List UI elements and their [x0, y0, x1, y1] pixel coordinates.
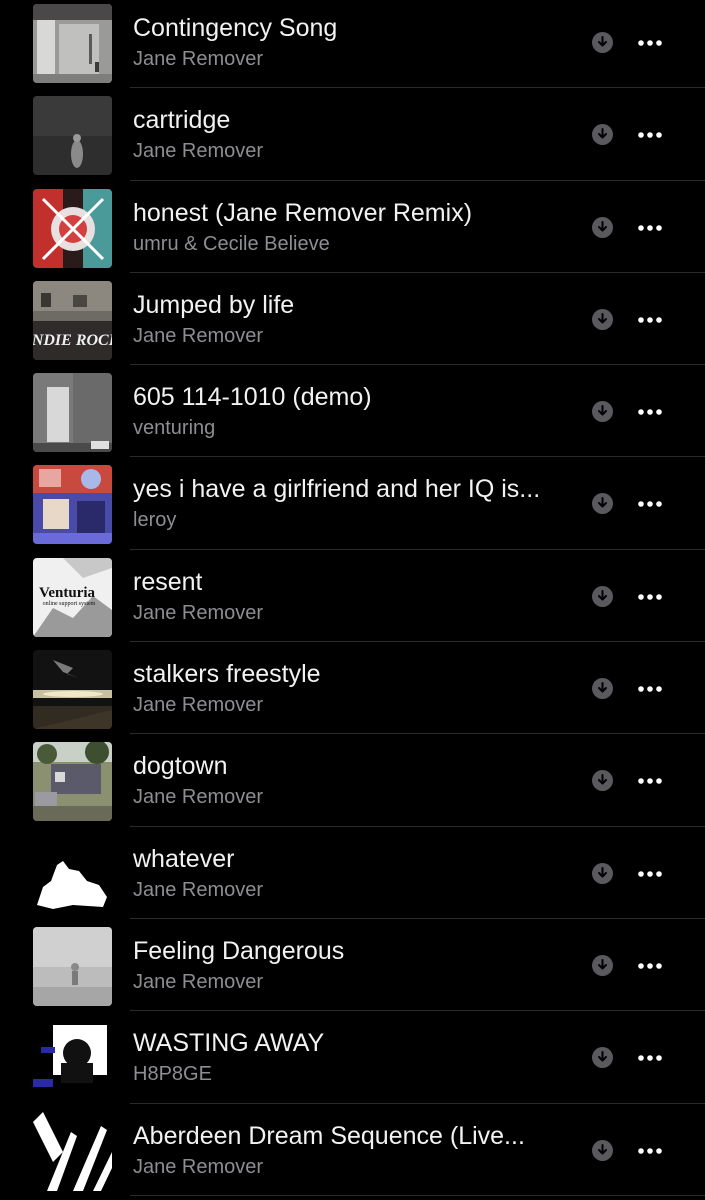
song-row[interactable]: Aberdeen Dream Sequence (Live... Jane Re… — [0, 1104, 705, 1196]
song-title: yes i have a girlfriend and her IQ is... — [133, 475, 541, 504]
song-artist: Jane Remover — [133, 48, 264, 70]
download-icon[interactable] — [592, 493, 613, 515]
download-icon[interactable] — [592, 32, 613, 53]
more-dots-icon — [638, 778, 662, 785]
song-row[interactable]: INDIE ROCK Jumped by life Jane Remover — [0, 273, 705, 366]
song-row[interactable]: WASTING AWAY H8P8GE — [0, 1011, 705, 1104]
song-row[interactable]: 605 114-1010 (demo) venturing — [0, 365, 705, 458]
album-artwork: INDIE ROCK — [33, 280, 112, 360]
download-icon[interactable] — [592, 585, 613, 607]
more-options-button[interactable] — [630, 582, 670, 612]
more-options-button[interactable] — [630, 951, 670, 981]
artwork-text: Venturia — [39, 585, 96, 601]
more-dots-icon — [638, 409, 662, 415]
song-row[interactable]: stalkers freestyle Jane Remover — [0, 642, 705, 735]
song-title: whatever — [133, 844, 235, 873]
download-icon[interactable] — [592, 770, 613, 792]
download-icon[interactable] — [592, 954, 613, 976]
album-artwork — [33, 373, 112, 453]
more-dots-icon — [638, 132, 662, 139]
album-artwork — [33, 188, 112, 268]
song-title: Aberdeen Dream Sequence (Live... — [133, 1121, 525, 1150]
song-artist: umru & Cecile Believe — [133, 232, 330, 255]
song-row[interactable]: honest (Jane Remover Remix) umru & Cecil… — [0, 181, 705, 273]
more-options-button[interactable] — [630, 28, 670, 58]
album-artwork — [33, 1111, 112, 1191]
more-dots-icon — [638, 224, 662, 231]
album-artwork — [33, 96, 112, 176]
more-options-button[interactable] — [630, 1136, 670, 1166]
row-separator — [130, 1194, 705, 1196]
more-dots-icon — [638, 1147, 662, 1154]
song-row[interactable]: yes i have a girlfriend and her IQ is...… — [0, 457, 705, 550]
song-artist: Jane Remover — [133, 1155, 264, 1178]
song-artist: leroy — [133, 509, 177, 532]
song-row[interactable]: Contingency Song Jane Remover — [0, 0, 705, 89]
more-dots-icon — [638, 1055, 662, 1062]
album-artwork — [33, 1019, 112, 1099]
song-title: Contingency Song — [133, 14, 338, 42]
more-options-button[interactable] — [630, 397, 670, 427]
song-artist: Jane Remover — [133, 970, 264, 993]
song-title: 605 114-1010 (demo) — [133, 383, 372, 412]
song-row[interactable]: Feeling Dangerous Jane Remover — [0, 919, 705, 1012]
song-title: stalkers freestyle — [133, 660, 321, 689]
song-row[interactable]: cartridge Jane Remover — [0, 88, 705, 181]
song-artist: Jane Remover — [133, 878, 264, 901]
song-artist: Jane Remover — [133, 601, 264, 624]
album-artwork — [33, 742, 112, 822]
more-options-button[interactable] — [630, 305, 670, 335]
more-options-button[interactable] — [630, 1043, 670, 1073]
download-icon[interactable] — [592, 401, 613, 423]
song-artist: Jane Remover — [133, 140, 264, 163]
more-options-button[interactable] — [630, 489, 670, 519]
album-artwork — [33, 4, 112, 83]
more-dots-icon — [638, 963, 662, 969]
song-artist: Jane Remover — [133, 786, 264, 809]
download-icon[interactable] — [592, 678, 613, 700]
more-dots-icon — [638, 40, 662, 46]
more-options-button[interactable] — [630, 120, 670, 150]
artwork-text: INDIE ROCK — [33, 332, 112, 349]
song-row[interactable]: dogtown Jane Remover — [0, 734, 705, 827]
song-artist: venturing — [133, 417, 216, 440]
download-icon[interactable] — [592, 1139, 613, 1161]
download-icon[interactable] — [592, 862, 613, 884]
song-artist: Jane Remover — [133, 324, 264, 347]
download-icon[interactable] — [592, 308, 613, 330]
more-dots-icon — [638, 501, 662, 508]
song-title: resent — [133, 567, 203, 596]
song-row[interactable]: whatever Jane Remover — [0, 827, 705, 919]
song-title: dogtown — [133, 752, 228, 781]
album-artwork — [33, 465, 112, 545]
song-list: Contingency Song Jane Remover cartridge … — [0, 0, 705, 1196]
more-dots-icon — [638, 686, 662, 692]
song-title: Feeling Dangerous — [133, 936, 345, 965]
download-icon[interactable] — [592, 216, 613, 238]
album-artwork — [33, 926, 112, 1006]
more-dots-icon — [638, 593, 662, 600]
song-artist: H8P8GE — [133, 1063, 212, 1086]
album-artwork — [33, 650, 112, 730]
album-artwork — [33, 834, 112, 914]
more-dots-icon — [638, 317, 662, 323]
download-icon[interactable] — [592, 124, 613, 146]
download-icon[interactable] — [592, 1047, 613, 1069]
more-dots-icon — [638, 870, 662, 877]
artwork-text: online support system — [43, 601, 96, 607]
more-options-button[interactable] — [630, 674, 670, 704]
song-title: WASTING AWAY — [133, 1029, 325, 1058]
more-options-button[interactable] — [630, 213, 670, 243]
song-title: Jumped by life — [133, 290, 295, 319]
more-options-button[interactable] — [630, 859, 670, 889]
more-options-button[interactable] — [630, 766, 670, 796]
song-artist: Jane Remover — [133, 694, 264, 717]
album-artwork: Venturia online support system — [33, 557, 112, 637]
song-title: honest (Jane Remover Remix) — [133, 198, 473, 227]
song-row[interactable]: Venturia online support system resent Ja… — [0, 550, 705, 643]
song-title: cartridge — [133, 106, 231, 135]
